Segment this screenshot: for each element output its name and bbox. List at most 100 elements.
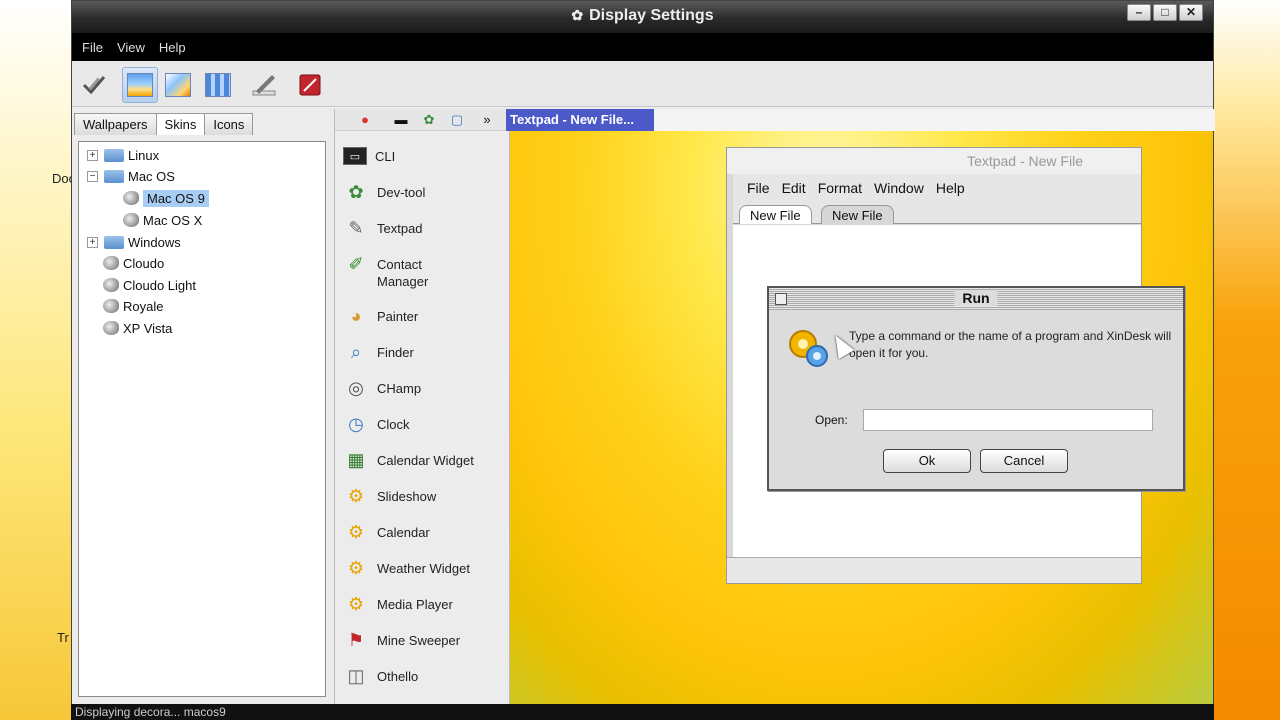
disc-icon: ◎ [348, 377, 364, 398]
tree-item-mac-os-x[interactable]: Mac OS X [123, 210, 202, 230]
app-dev-tool[interactable]: ✿ Dev-tool [343, 179, 425, 205]
run-message: Type a command or the name of a program … [849, 329, 1172, 360]
run-title: Run [954, 290, 998, 306]
gamepad-icon: ◫ [347, 665, 365, 686]
tree-folder-linux[interactable]: + Linux [87, 145, 159, 165]
textpad-icon: ✎ [348, 217, 364, 238]
textpad-menu-bar: File Edit Format Window Help [733, 174, 1141, 202]
app-cli[interactable]: ▭ CLI [343, 143, 395, 165]
terminal-icon: ▭ [343, 147, 367, 165]
window-title: ✿ Display Settings [571, 7, 714, 24]
terminal-icon[interactable]: ▬ [393, 112, 409, 128]
dev-tool-icon: ✿ [348, 181, 364, 202]
open-label: Open: [815, 413, 848, 427]
desktop-icon-label[interactable]: Tr [57, 630, 69, 645]
more-arrow-icon[interactable]: » [479, 112, 495, 128]
maximize-button[interactable]: □ [1153, 4, 1177, 21]
gear-icon: ⚙ [347, 521, 365, 542]
open-input[interactable] [863, 409, 1153, 431]
textpad-tabs: New File New File [733, 202, 1141, 224]
calendar-icon: ▦ [347, 449, 365, 470]
app-launcher: ● ▬ ✿ ▢ » ▭ CLI ✿ Dev-tool ✎ Textpad ✐ Conta… [334, 109, 511, 705]
app-othello[interactable]: ◫ Othello [343, 663, 418, 689]
menu-edit[interactable]: Edit [782, 180, 806, 196]
app-champ[interactable]: ◎ CHamp [343, 375, 421, 401]
app-calendar-widget[interactable]: ▦ Calendar Widget [343, 447, 473, 473]
skin-icon [103, 256, 119, 270]
run-dialog: Run Type a command or the name of a prog… [767, 286, 1185, 491]
apple-icon[interactable]: ● [357, 112, 373, 128]
gear-icon: ⚙ [347, 557, 365, 578]
tree-item-cloudo-light[interactable]: Cloudo Light [103, 275, 196, 295]
skin-icon [103, 321, 119, 335]
textpad-status-bar [727, 557, 1141, 583]
run-title-bar[interactable]: Run [769, 288, 1183, 310]
tree-folder-mac-os[interactable]: − Mac OS [87, 166, 175, 186]
app-clock[interactable]: ◷ Clock [343, 411, 409, 437]
magnifier-icon: ⌕ [350, 341, 362, 362]
tree-item-royale[interactable]: Royale [103, 296, 163, 316]
app-calendar[interactable]: ⚙ Calendar [343, 519, 430, 545]
app-media-player[interactable]: ⚙ Media Player [343, 591, 453, 617]
menu-file[interactable]: File [747, 180, 770, 196]
taskbar-strip [654, 109, 1215, 131]
wallpaper-icon[interactable] [122, 67, 158, 103]
skin-icon [123, 191, 139, 205]
menu-file[interactable]: File [82, 40, 103, 55]
launcher-toolbar: ● ▬ ✿ ▢ » [335, 109, 511, 131]
folder-icon [104, 169, 124, 183]
app-finder[interactable]: ⌕ Finder [343, 339, 414, 365]
taskbar-item-textpad[interactable]: Textpad - New File... [506, 109, 654, 131]
gear-icon [783, 324, 831, 372]
menu-bar: File View Help [72, 33, 1213, 61]
expand-icon[interactable]: + [87, 236, 98, 248]
tab-icons[interactable]: Icons [204, 113, 254, 135]
clock-icon: ◷ [348, 413, 364, 434]
skins-tree: + Linux − Mac OS Mac OS 9 Mac OS X + Window… [78, 141, 326, 697]
app-textpad[interactable]: ✎ Textpad [343, 215, 422, 241]
dev-tool-icon[interactable]: ✿ [421, 112, 437, 128]
tree-item-xp-vista[interactable]: XP Vista [103, 318, 172, 338]
expand-icon[interactable]: + [87, 149, 98, 161]
folder-icon [104, 148, 124, 162]
skin-icon [123, 213, 139, 227]
wallpaper-alt-icon[interactable] [160, 67, 196, 103]
tree-item-cloudo[interactable]: Cloudo [103, 253, 164, 273]
collapse-icon[interactable]: − [87, 170, 98, 182]
book-icon[interactable] [292, 67, 328, 103]
menu-help[interactable]: Help [159, 40, 186, 55]
minimize-button[interactable]: – [1127, 4, 1151, 21]
skin-icon [103, 278, 119, 292]
ok-button[interactable]: Ok [883, 449, 971, 473]
tab-skins[interactable]: Skins [155, 113, 206, 135]
app-weather-widget[interactable]: ⚙ Weather Widget [343, 555, 470, 581]
tab-new-file-1[interactable]: New File [739, 205, 812, 224]
cancel-button[interactable]: Cancel [980, 449, 1068, 473]
skin-icon: ✿ [571, 7, 584, 23]
menu-format[interactable]: Format [818, 180, 862, 196]
app-mine-sweeper[interactable]: ⚑ Mine Sweeper [343, 627, 460, 653]
wallpaper-grid-icon[interactable] [200, 67, 236, 103]
flag-icon: ⚑ [347, 629, 365, 650]
tab-wallpapers[interactable]: Wallpapers [74, 113, 157, 135]
close-button[interactable]: ✕ [1179, 4, 1203, 21]
tab-new-file-2[interactable]: New File [821, 205, 894, 224]
contact-manager-icon: ✐ [348, 253, 364, 274]
skin-icon [103, 299, 119, 313]
menu-window[interactable]: Window [874, 180, 924, 196]
tree-folder-windows[interactable]: + Windows [87, 232, 181, 252]
checkmark-brush-icon[interactable] [76, 67, 112, 103]
status-bar: Displaying decora... macos9 [71, 704, 1214, 720]
textpad-title[interactable]: Textpad - New File [727, 148, 1141, 174]
app-painter[interactable]: ◕ Painter [343, 303, 419, 329]
close-box-icon[interactable] [775, 293, 787, 305]
pen-icon[interactable] [246, 67, 282, 103]
finder-icon[interactable]: ▢ [449, 112, 465, 128]
app-contact-manager[interactable]: ✐ Contact Manager [343, 251, 447, 290]
menu-view[interactable]: View [117, 40, 145, 55]
folder-icon [104, 235, 124, 249]
menu-help[interactable]: Help [936, 180, 965, 196]
title-bar[interactable]: ✿ Display Settings – □ ✕ [72, 1, 1213, 33]
tree-item-mac-os-9[interactable]: Mac OS 9 [123, 188, 209, 208]
app-slideshow[interactable]: ⚙ Slideshow [343, 483, 436, 509]
